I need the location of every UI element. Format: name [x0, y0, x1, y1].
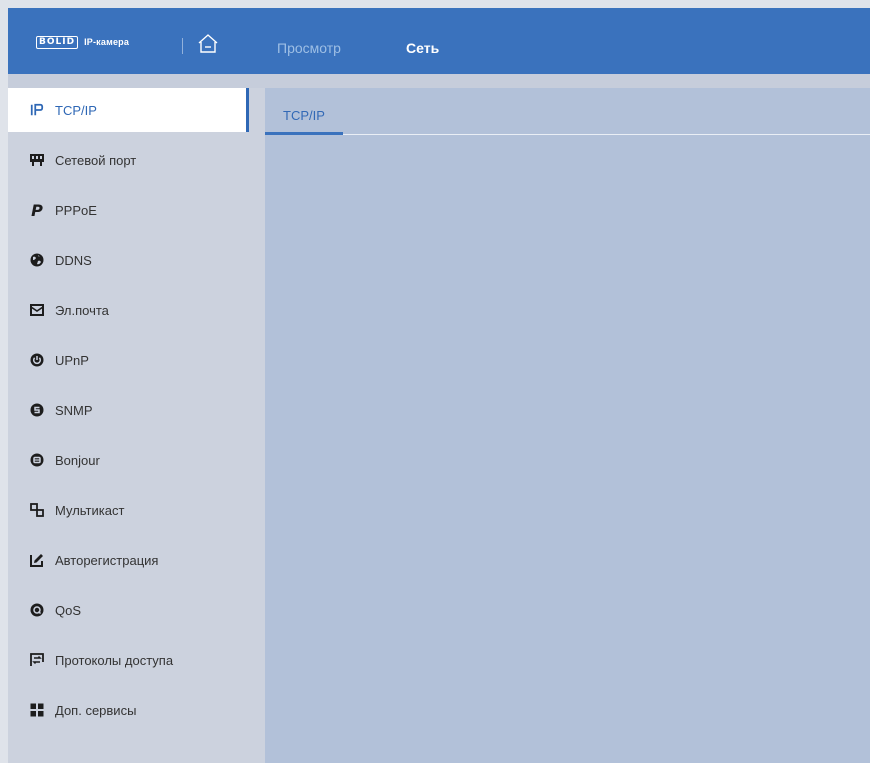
qos-icon — [30, 603, 44, 617]
nav-network[interactable]: Сеть — [406, 40, 439, 56]
sidebar: TCP/IP Сетевой порт P PPPoE DDNS Эл.почт… — [8, 88, 265, 763]
sidebar-item-label: Авторегистрация — [55, 552, 159, 568]
sidebar-item-label: QoS — [55, 602, 82, 618]
top-header: BOLID IP-камера Просмотр Сеть — [8, 8, 870, 74]
multicast-icon — [30, 503, 44, 517]
tab-divider — [343, 134, 870, 135]
tab-tcpip[interactable]: TCP/IP — [265, 88, 343, 135]
header-band — [8, 74, 870, 88]
sidebar-item-bonjour[interactable]: Bonjour — [8, 438, 265, 482]
sidebar-item-tcpip[interactable]: TCP/IP — [8, 88, 249, 132]
home-icon — [198, 34, 218, 53]
sidebar-item-services[interactable]: Доп. сервисы — [8, 688, 265, 732]
tab-active-underline — [265, 132, 343, 135]
ip-icon — [30, 103, 44, 117]
sidebar-item-label: SNMP — [55, 402, 93, 418]
services-grid-icon — [30, 703, 44, 717]
bonjour-icon — [30, 453, 44, 467]
autoregister-icon — [30, 553, 44, 567]
sidebar-item-label: Bonjour — [55, 452, 100, 468]
mail-icon — [30, 303, 44, 317]
nav-preview[interactable]: Просмотр — [277, 40, 341, 56]
pppoe-icon: P — [31, 200, 43, 220]
sidebar-item-label: Эл.почта — [55, 302, 109, 318]
sidebar-item-label: Протоколы доступа — [55, 652, 174, 668]
sidebar-item-qos[interactable]: QoS — [8, 588, 265, 632]
network-port-icon — [30, 153, 44, 167]
sidebar-item-label: TCP/IP — [55, 102, 97, 118]
sidebar-item-upnp[interactable]: UPnP — [8, 338, 265, 382]
sidebar-item-label: PPPoE — [55, 202, 97, 218]
sidebar-item-label: DDNS — [55, 252, 92, 268]
logo-brand: BOLID — [36, 35, 79, 49]
sidebar-item-multicast[interactable]: Мультикаст — [8, 488, 265, 532]
access-protocols-icon — [30, 653, 44, 667]
logo-text: IP-камера — [84, 37, 130, 47]
sidebar-item-label: Доп. сервисы — [55, 702, 137, 718]
sidebar-item-network-port[interactable]: Сетевой порт — [8, 138, 265, 182]
home-button[interactable] — [196, 33, 220, 55]
sidebar-item-label: Сетевой порт — [55, 152, 137, 168]
snmp-icon — [30, 403, 44, 417]
sidebar-item-ddns[interactable]: DDNS — [8, 238, 265, 282]
sidebar-item-pppoe[interactable]: P PPPoE — [8, 188, 265, 232]
main-content: TCP/IP — [265, 88, 870, 763]
sidebar-item-email[interactable]: Эл.почта — [8, 288, 265, 332]
sidebar-item-access-protocols[interactable]: Протоколы доступа — [8, 638, 265, 682]
sidebar-item-label: Мультикаст — [55, 502, 125, 518]
sidebar-item-snmp[interactable]: SNMP — [8, 388, 265, 432]
header-divider — [182, 38, 183, 54]
tab-label: TCP/IP — [283, 108, 325, 123]
sidebar-item-autoregister[interactable]: Авторегистрация — [8, 538, 265, 582]
logo: BOLID IP-камера — [36, 35, 130, 49]
power-icon — [30, 353, 44, 367]
active-indicator — [246, 88, 249, 132]
sidebar-item-label: UPnP — [55, 352, 89, 368]
globe-icon — [30, 253, 44, 267]
